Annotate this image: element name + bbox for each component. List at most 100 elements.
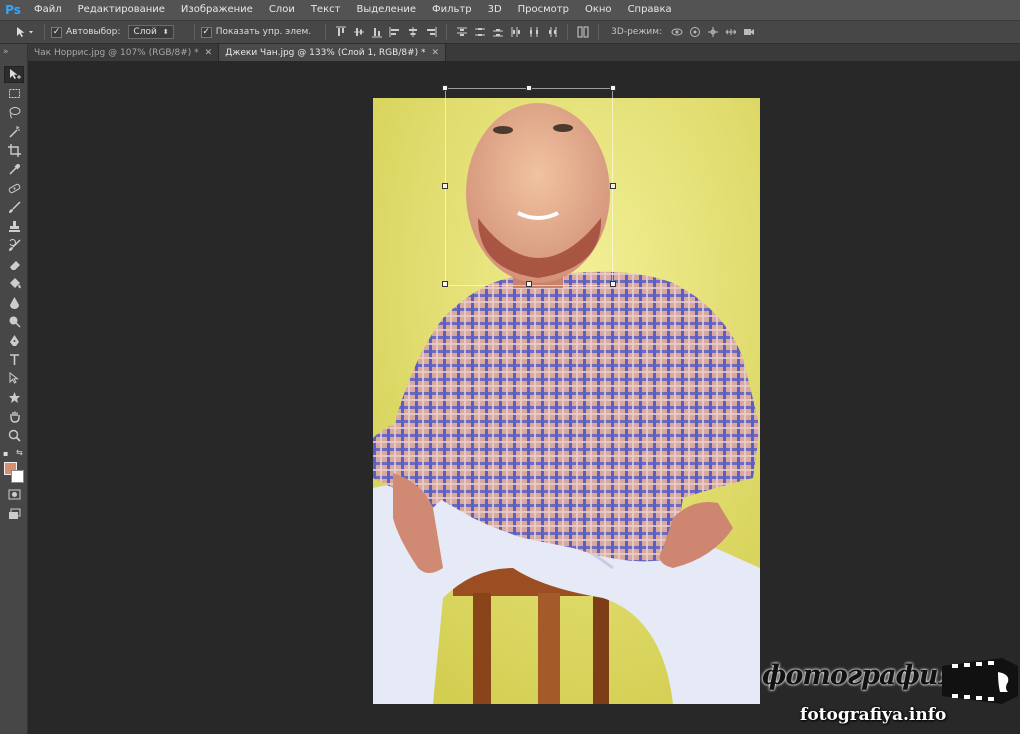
transform-handle[interactable]: [610, 85, 616, 91]
transform-handle[interactable]: [526, 85, 532, 91]
healing-brush-tool[interactable]: [4, 180, 24, 197]
3d-rotate-button[interactable]: [669, 25, 685, 39]
crop-tool[interactable]: [4, 142, 24, 159]
zoom-tool[interactable]: [4, 427, 24, 444]
transform-handle[interactable]: [442, 183, 448, 189]
default-colors-icon[interactable]: ▪: [3, 449, 8, 458]
marquee-icon: [8, 89, 20, 98]
distribute-vcenter-button[interactable]: [472, 25, 488, 39]
pen-icon: [9, 335, 19, 346]
distribute-bottom-button[interactable]: [490, 25, 506, 39]
separator: [598, 24, 600, 40]
align-left-icon: [389, 27, 400, 37]
menu-view[interactable]: Просмотр: [510, 0, 577, 20]
align-left-edges-button[interactable]: [387, 25, 403, 39]
tools-collapse-icon[interactable]: »: [0, 44, 27, 61]
magic-wand-tool[interactable]: [4, 123, 24, 140]
type-tool[interactable]: [4, 351, 24, 368]
close-icon[interactable]: ✕: [205, 48, 213, 58]
distribute-top-icon: [457, 27, 468, 36]
tools-panel: » ▪ ⇆: [0, 44, 28, 734]
history-brush-tool[interactable]: [4, 237, 24, 254]
3d-slide-button[interactable]: [723, 25, 739, 39]
history-brush-icon: [8, 239, 21, 251]
photoshop-logo: Ps: [5, 3, 21, 17]
eraser-tool[interactable]: [4, 256, 24, 273]
lasso-tool[interactable]: [4, 104, 24, 121]
3d-roll-icon: [690, 27, 701, 37]
move-tool[interactable]: [4, 66, 24, 83]
transform-bounding-box[interactable]: [445, 88, 613, 286]
close-icon[interactable]: ✕: [432, 48, 440, 58]
auto-align-icon: [577, 26, 589, 38]
3d-slide-icon: [725, 29, 737, 35]
align-bottom-edges-button[interactable]: [369, 25, 385, 39]
distribute-bottom-icon: [493, 29, 504, 37]
clone-stamp-tool[interactable]: [4, 218, 24, 235]
eyedropper-icon: [8, 164, 20, 175]
distribute-hcenter-button[interactable]: [526, 25, 542, 39]
quick-mask-button[interactable]: [4, 486, 24, 503]
align-top-icon: [336, 26, 347, 36]
marquee-tool[interactable]: [4, 85, 24, 102]
separator: [567, 24, 569, 40]
3d-scale-button[interactable]: [741, 25, 757, 39]
menu-edit[interactable]: Редактирование: [70, 0, 173, 20]
3d-pan-icon: [708, 27, 719, 37]
distribute-vcenter-icon: [475, 28, 486, 36]
distribute-top-button[interactable]: [454, 25, 470, 39]
path-select-icon: [9, 372, 19, 384]
background-color-swatch[interactable]: [11, 470, 24, 483]
tab-chuck-norris[interactable]: Чак Норрис.jpg @ 107% (RGB/8#) * ✕: [28, 44, 220, 61]
menu-file[interactable]: Файл: [26, 0, 70, 20]
transform-handle[interactable]: [526, 281, 532, 287]
autoselect-value: Слой: [133, 27, 157, 37]
transform-handle[interactable]: [442, 281, 448, 287]
swap-colors-icon[interactable]: ⇆: [16, 448, 23, 457]
menu-select[interactable]: Выделение: [348, 0, 424, 20]
menu-window[interactable]: Окно: [577, 0, 620, 20]
pen-tool[interactable]: [4, 332, 24, 349]
menu-help[interactable]: Справка: [620, 0, 680, 20]
menu-3d[interactable]: 3D: [480, 0, 510, 20]
menu-type[interactable]: Текст: [303, 0, 349, 20]
3d-camera-icon: [744, 29, 755, 35]
3d-roll-button[interactable]: [687, 25, 703, 39]
brush-icon: [8, 201, 21, 213]
path-selection-tool[interactable]: [4, 370, 24, 387]
align-top-edges-button[interactable]: [333, 25, 349, 39]
hand-tool[interactable]: [4, 408, 24, 425]
auto-align-layers-button[interactable]: [575, 25, 591, 39]
eyedropper-tool[interactable]: [4, 161, 24, 178]
menu-image[interactable]: Изображение: [173, 0, 261, 20]
menu-filter[interactable]: Фильтр: [424, 0, 480, 20]
dodge-tool[interactable]: [4, 313, 24, 330]
paint-bucket-icon: [9, 278, 21, 289]
align-right-edges-button[interactable]: [423, 25, 439, 39]
paint-bucket-tool[interactable]: [4, 275, 24, 292]
screen-mode-icon: [8, 508, 20, 519]
align-horizontal-centers-button[interactable]: [405, 25, 421, 39]
distribute-right-button[interactable]: [544, 25, 560, 39]
bandage-icon: [8, 183, 20, 194]
menu-layers[interactable]: Слои: [261, 0, 303, 20]
move-icon: [9, 69, 21, 79]
transform-handle[interactable]: [610, 281, 616, 287]
3d-pan-button[interactable]: [705, 25, 721, 39]
autoselect-dropdown[interactable]: Слой ⬍: [128, 25, 174, 39]
options-bar: ✓ Автовыбор: Слой ⬍ ✓ Показать упр. элем…: [0, 20, 1020, 44]
shape-tool[interactable]: [4, 389, 24, 406]
autoselect-checkbox[interactable]: ✓: [51, 26, 62, 38]
show-controls-checkbox[interactable]: ✓: [200, 26, 212, 38]
transform-handle[interactable]: [442, 85, 448, 91]
tab-jackie-chan[interactable]: Джеки Чан.jpg @ 133% (Слой 1, RGB/8#) * …: [219, 44, 447, 61]
lasso-icon: [9, 107, 20, 119]
blur-tool[interactable]: [4, 294, 24, 311]
brush-tool[interactable]: [4, 199, 24, 216]
transform-handle[interactable]: [610, 183, 616, 189]
distribute-right-icon: [549, 27, 557, 37]
screen-mode-button[interactable]: [4, 506, 24, 523]
distribute-left-button[interactable]: [508, 25, 524, 39]
tool-preset-picker[interactable]: [12, 23, 38, 41]
align-vertical-centers-button[interactable]: [351, 25, 367, 39]
